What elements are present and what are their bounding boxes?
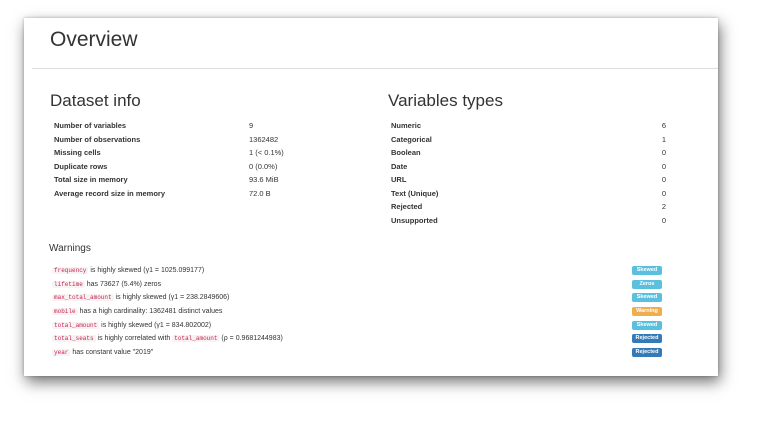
type-count: 0 (661, 175, 666, 184)
warning-text: is highly correlated with (95, 335, 173, 343)
variables-types-row: Numeric 6 (391, 119, 666, 133)
stat-value: 93.6 MiB (249, 175, 279, 184)
warning-badge: Zeros (632, 279, 662, 289)
stat-value: 9 (249, 121, 254, 130)
correlated-variable-name[interactable]: total_amount (172, 335, 220, 343)
warning-badge: Rejected (632, 334, 662, 344)
stat-value: 0 (0.0%) (249, 161, 278, 171)
title-divider (32, 68, 718, 69)
warning-row: max_total_amount is highly skewed (γ1 = … (52, 291, 662, 305)
stat-value: 1 (< 0.1%) (249, 148, 284, 157)
variables-types-table: Numeric 6 Categorical 1 Boolean 0 Date 0… (391, 119, 666, 227)
type-count: 0 (661, 161, 666, 171)
type-label: Categorical (391, 134, 432, 144)
type-count: 0 (661, 188, 666, 198)
warning-text: is highly skewed (γ1 = 1025.099177) (88, 267, 205, 274)
overview-card: Overview Dataset info Number of variable… (24, 18, 718, 376)
type-count: 6 (661, 121, 666, 130)
warning-badge: Rejected (632, 348, 662, 358)
warnings-title: Warnings (49, 243, 91, 254)
variables-types-row: Unsupported 0 (391, 214, 666, 228)
variable-name[interactable]: lifetime (52, 280, 85, 288)
type-label: Rejected (391, 202, 423, 211)
stat-value: 1362482 (249, 134, 279, 144)
stat-label: Average record size in memory (54, 188, 166, 198)
dataset-info-row: Average record size in memory 72.0 B (54, 187, 304, 201)
variables-types-row: Categorical 1 (391, 133, 666, 147)
warning-badge: Warning (632, 307, 662, 317)
warnings-list: frequency is highly skewed (γ1 = 1025.09… (52, 264, 662, 360)
variable-name[interactable]: year (52, 349, 71, 357)
type-label: Date (391, 161, 408, 171)
warning-row: frequency is highly skewed (γ1 = 1025.09… (52, 264, 662, 278)
warning-text: is highly skewed (γ1 = 238.2849606) (113, 294, 230, 302)
dataset-info-row: Number of variables 9 (54, 119, 304, 133)
type-label: Unsupported (391, 215, 438, 225)
warning-row: total_seats is highly correlated with to… (52, 332, 662, 346)
variables-types-title: Variables types (388, 91, 503, 110)
dataset-info-row: Missing cells 1 (< 0.1%) (54, 146, 304, 160)
warning-text: is highly skewed (γ1 = 834.802002) (99, 321, 212, 329)
warning-text: has a high cardinality: 1362481 distinct… (77, 308, 223, 316)
warning-text: has 73627 (5.4%) zeros (84, 280, 162, 288)
type-count: 1 (661, 134, 666, 144)
warning-row: lifetime has 73627 (5.4%) zeros Zeros (52, 278, 662, 292)
type-label: Text (Unique) (391, 188, 439, 198)
stat-label: Number of variables (54, 121, 127, 130)
type-label: URL (391, 175, 407, 184)
dataset-info-row: Duplicate rows 0 (0.0%) (54, 160, 304, 174)
warning-text: (ρ = 0.9681244983) (219, 335, 283, 343)
variable-name[interactable]: total_amount (52, 321, 100, 329)
variable-name[interactable]: total_seats (52, 335, 96, 343)
stat-value: 72.0 B (249, 188, 271, 198)
warning-row: total_amount is highly skewed (γ1 = 834.… (52, 319, 662, 333)
dataset-info-row: Number of observations 1362482 (54, 133, 304, 147)
warning-badge: Skewed (632, 293, 662, 303)
variables-types-row: Boolean 0 (391, 146, 666, 160)
stat-label: Duplicate rows (54, 161, 108, 171)
variable-name[interactable]: max_total_amount (52, 294, 114, 302)
warning-badge: Skewed (632, 266, 662, 275)
dataset-info-title: Dataset info (50, 91, 141, 110)
type-count: 0 (661, 148, 666, 157)
variable-name[interactable]: mobile (52, 308, 78, 316)
overview-title: Overview (50, 28, 138, 51)
variables-types-row: Text (Unique) 0 (391, 187, 666, 201)
variables-types-row: URL 0 (391, 173, 666, 187)
type-label: Numeric (391, 121, 422, 130)
dataset-info-table: Number of variables 9 Number of observat… (54, 119, 304, 200)
stat-label: Missing cells (54, 148, 101, 157)
warning-row: mobile has a high cardinality: 1362481 d… (52, 305, 662, 319)
variables-types-row: Date 0 (391, 160, 666, 174)
variable-name[interactable]: frequency (52, 267, 89, 274)
type-label: Boolean (391, 148, 421, 157)
warning-row: year has constant value "2019" Rejected (52, 346, 662, 360)
type-count: 2 (661, 202, 666, 211)
stat-label: Total size in memory (54, 175, 128, 184)
warning-text: has constant value "2019" (70, 349, 154, 357)
dataset-info-row: Total size in memory 93.6 MiB (54, 173, 304, 187)
warning-badge: Skewed (632, 320, 662, 330)
variables-types-row: Rejected 2 (391, 200, 666, 214)
type-count: 0 (661, 215, 666, 225)
stat-label: Number of observations (54, 134, 141, 144)
